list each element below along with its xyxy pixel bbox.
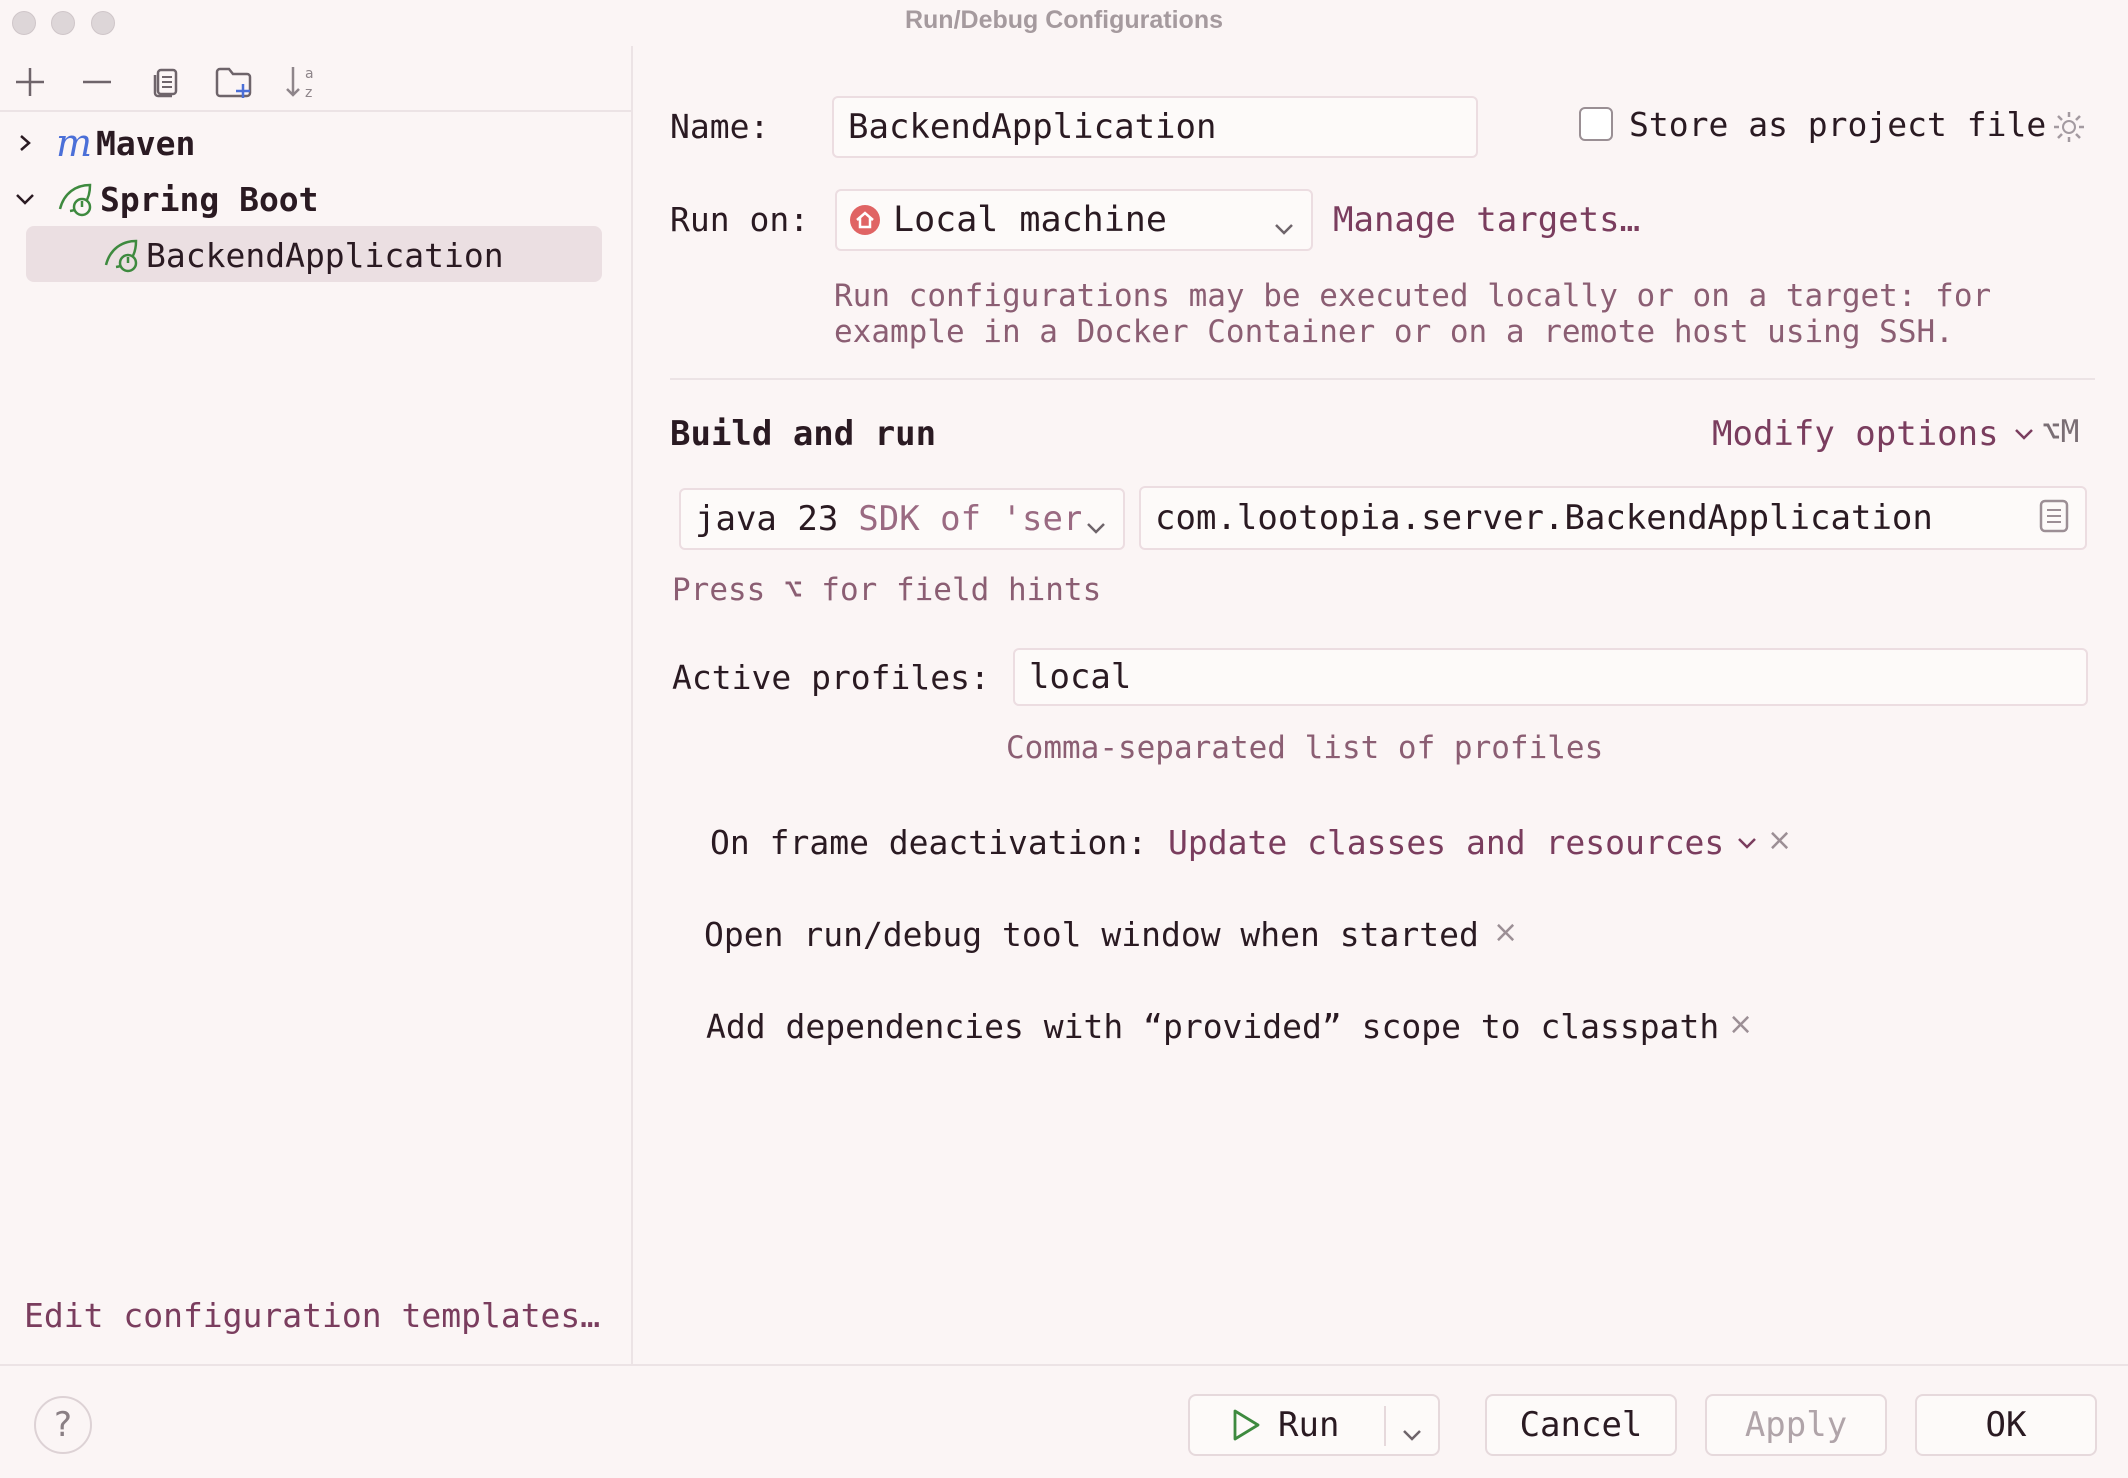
run-split-button[interactable]: Run bbox=[1188, 1394, 1440, 1456]
run-icon bbox=[1230, 1408, 1262, 1442]
tree-item-label: BackendApplication bbox=[146, 235, 504, 275]
edit-configuration-templates-link[interactable]: Edit configuration templates… bbox=[24, 1296, 600, 1335]
run-on-hint-line2: example in a Docker Container or on a re… bbox=[834, 314, 1954, 350]
frame-deactivation-value: Update classes and resources bbox=[1168, 823, 1725, 862]
cancel-button[interactable]: Cancel bbox=[1485, 1394, 1677, 1456]
new-folder-icon[interactable] bbox=[212, 60, 256, 104]
modify-options-shortcut: ⌥M bbox=[2042, 414, 2080, 450]
help-button[interactable]: ? bbox=[34, 1396, 92, 1454]
frame-deactivation-select[interactable]: Update classes and resources bbox=[1168, 823, 1758, 862]
store-as-project-file-checkbox[interactable] bbox=[1579, 107, 1613, 141]
spring-boot-icon bbox=[56, 179, 100, 219]
chevron-down-icon bbox=[2013, 423, 2035, 445]
section-divider bbox=[670, 378, 2095, 380]
open-tool-window-option: Open run/debug tool window when started bbox=[704, 915, 1479, 954]
sdk-version: java 23 bbox=[695, 499, 839, 539]
chevron-down-icon bbox=[1273, 209, 1295, 249]
svg-text:z: z bbox=[305, 85, 312, 101]
run-on-hint-line1: Run configurations may be executed local… bbox=[834, 278, 1992, 314]
svg-text:a: a bbox=[305, 66, 314, 82]
title-bar: Run/Debug Configurations bbox=[0, 0, 2128, 46]
chevron-down-icon bbox=[1736, 832, 1758, 854]
tree-item-label: Maven bbox=[96, 123, 196, 163]
add-dependencies-option: Add dependencies with “provided” scope t… bbox=[706, 1007, 1720, 1046]
spring-boot-icon bbox=[102, 235, 146, 275]
tree-item-backendapplication-content: BackendApplication bbox=[102, 228, 504, 282]
manage-targets-link[interactable]: Manage targets… bbox=[1333, 200, 1640, 240]
name-label: Name: bbox=[670, 107, 770, 146]
home-icon bbox=[849, 204, 881, 236]
bottom-divider bbox=[0, 1364, 2128, 1366]
run-on-select[interactable]: Local machine bbox=[835, 189, 1313, 251]
chevron-down-icon[interactable] bbox=[10, 184, 40, 214]
ok-button[interactable]: OK bbox=[1915, 1394, 2097, 1456]
modify-options-dropdown[interactable]: Modify options bbox=[1712, 414, 2035, 454]
build-and-run-title: Build and run bbox=[670, 414, 937, 454]
chevron-right-icon[interactable] bbox=[10, 128, 40, 158]
tree-item-spring-boot[interactable]: Spring Boot bbox=[10, 172, 319, 226]
field-hints-text: Press ⌥ for field hints bbox=[672, 572, 1102, 608]
remove-open-tool-window-close-icon[interactable]: × bbox=[1493, 915, 1518, 950]
active-profiles-value: local bbox=[1029, 657, 1132, 697]
add-icon[interactable] bbox=[8, 60, 52, 104]
sort-icon[interactable]: az bbox=[280, 60, 324, 104]
tree-item-label: Spring Boot bbox=[100, 179, 319, 219]
browse-class-icon[interactable] bbox=[2038, 498, 2070, 538]
name-value: BackendApplication bbox=[848, 107, 1217, 147]
chevron-down-icon[interactable] bbox=[1401, 1415, 1423, 1455]
remove-add-dependencies-close-icon[interactable]: × bbox=[1728, 1007, 1753, 1042]
split-divider bbox=[1384, 1406, 1386, 1446]
remove-icon[interactable] bbox=[75, 60, 119, 104]
name-input[interactable]: BackendApplication bbox=[832, 96, 1478, 158]
frame-deactivation-label: On frame deactivation: bbox=[710, 823, 1148, 862]
modify-options-label: Modify options bbox=[1712, 414, 1999, 454]
active-profiles-hint: Comma-separated list of profiles bbox=[1006, 730, 1604, 766]
main-class-input[interactable]: com.lootopia.server.BackendApplication bbox=[1139, 486, 2087, 550]
copy-icon[interactable] bbox=[144, 60, 188, 104]
apply-button[interactable]: Apply bbox=[1705, 1394, 1887, 1456]
maven-icon: m bbox=[56, 121, 93, 165]
window-title: Run/Debug Configurations bbox=[904, 6, 1224, 34]
run-button-label: Run bbox=[1278, 1405, 1340, 1445]
active-profiles-input[interactable]: local bbox=[1013, 648, 2088, 706]
remove-frame-deactivation-close-icon[interactable]: × bbox=[1767, 823, 1792, 858]
jre-select[interactable]: java 23 SDK of 'serv bbox=[679, 488, 1125, 550]
gear-icon[interactable] bbox=[2050, 108, 2088, 150]
chevron-down-icon bbox=[1081, 508, 1107, 548]
main-class-value: com.lootopia.server.BackendApplication bbox=[1155, 498, 1933, 538]
run-on-value: Local machine bbox=[893, 200, 1167, 240]
run-on-label: Run on: bbox=[670, 200, 810, 239]
active-profiles-label: Active profiles: bbox=[672, 658, 990, 697]
tree-item-maven[interactable]: m Maven bbox=[10, 116, 195, 170]
sdk-suffix: SDK of 'serv bbox=[858, 499, 1104, 539]
toolbar-divider bbox=[0, 110, 633, 112]
store-as-project-file-label: Store as project file bbox=[1629, 105, 2047, 144]
